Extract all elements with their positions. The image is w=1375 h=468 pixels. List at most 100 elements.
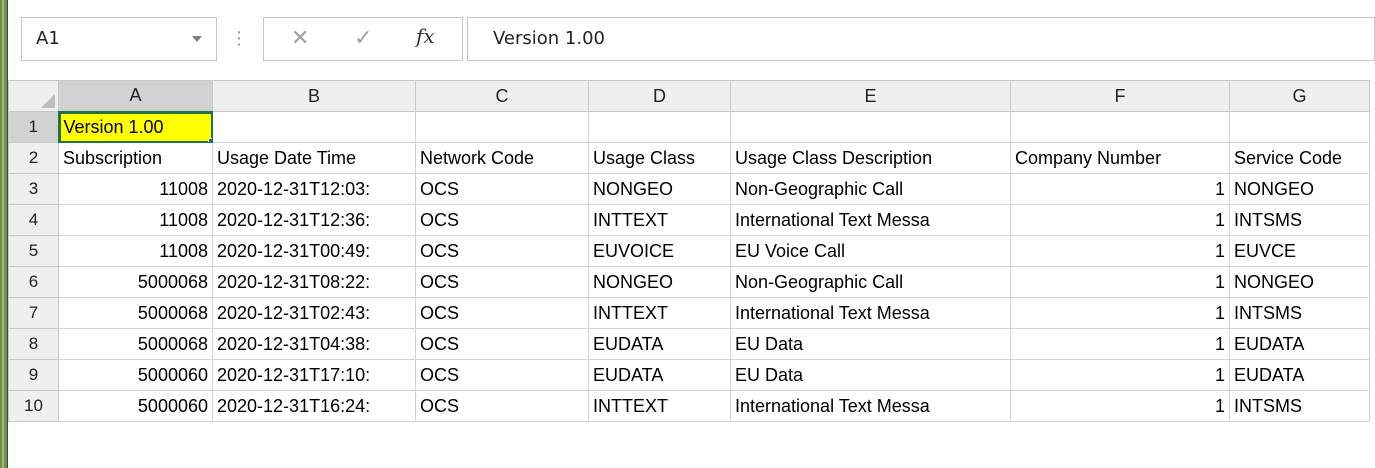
cell[interactable]: EUDATA xyxy=(588,328,731,360)
row-header[interactable]: 7 xyxy=(8,297,59,329)
cell[interactable]: OCS xyxy=(415,359,589,391)
column-header-b[interactable]: B xyxy=(212,80,416,112)
cell[interactable]: Subscription xyxy=(58,142,213,174)
cell[interactable]: NONGEO xyxy=(1229,266,1370,298)
row-header[interactable]: 9 xyxy=(8,359,59,391)
row-header[interactable]: 4 xyxy=(8,204,59,236)
cell[interactable]: INTTEXT xyxy=(588,204,731,236)
formula-buttons: ✕ ✓ fx xyxy=(263,17,463,61)
formula-bar-grip-icon[interactable]: ⋮ xyxy=(230,26,248,52)
cell[interactable]: 1 xyxy=(1010,173,1230,205)
name-box-value: A1 xyxy=(36,28,60,49)
cell[interactable]: 1 xyxy=(1010,328,1230,360)
column-header-g[interactable]: G xyxy=(1229,80,1370,112)
cell[interactable]: EU Data xyxy=(730,328,1011,360)
cell[interactable]: 5000060 xyxy=(58,390,213,422)
cell[interactable] xyxy=(1010,111,1230,143)
cell[interactable]: International Text Messa xyxy=(730,390,1011,422)
cell[interactable]: 1 xyxy=(1010,390,1230,422)
column-header-d[interactable]: D xyxy=(588,80,731,112)
cell[interactable] xyxy=(588,111,731,143)
cell[interactable]: EU Voice Call xyxy=(730,235,1011,267)
cell[interactable]: 1 xyxy=(1010,297,1230,329)
cell[interactable]: 2020-12-31T08:22: xyxy=(212,266,416,298)
insert-function-icon[interactable]: fx xyxy=(416,24,435,48)
name-box[interactable]: A1 xyxy=(21,17,217,61)
cell[interactable]: INTSMS xyxy=(1229,390,1370,422)
cancel-icon[interactable]: ✕ xyxy=(291,26,309,51)
row-header[interactable]: 6 xyxy=(8,266,59,298)
cell[interactable]: OCS xyxy=(415,173,589,205)
cell[interactable]: 1 xyxy=(1010,266,1230,298)
cell[interactable]: Service Code xyxy=(1229,142,1370,174)
cell[interactable]: 1 xyxy=(1010,235,1230,267)
cell[interactable]: Usage Date Time xyxy=(212,142,416,174)
cell[interactable]: International Text Messa xyxy=(730,204,1011,236)
cell-text: Version 1.00 xyxy=(63,116,164,137)
cell[interactable]: 2020-12-31T12:36: xyxy=(212,204,416,236)
table-row: 1 Version 1.00 xyxy=(8,111,1370,143)
cell[interactable]: 11008 xyxy=(58,173,213,205)
cell[interactable]: Usage Class Description xyxy=(730,142,1011,174)
cell[interactable]: 5000068 xyxy=(58,328,213,360)
cell[interactable]: INTSMS xyxy=(1229,204,1370,236)
cell[interactable]: 2020-12-31T00:49: xyxy=(212,235,416,267)
select-all-button[interactable] xyxy=(8,80,59,112)
cell[interactable] xyxy=(415,111,589,143)
cell[interactable]: 1 xyxy=(1010,204,1230,236)
cell[interactable] xyxy=(730,111,1011,143)
row-header[interactable]: 1 xyxy=(8,111,60,143)
cell[interactable]: 2020-12-31T16:24: xyxy=(212,390,416,422)
cell[interactable]: 11008 xyxy=(58,235,213,267)
cell[interactable]: INTSMS xyxy=(1229,297,1370,329)
cell[interactable]: 2020-12-31T04:38: xyxy=(212,328,416,360)
cell[interactable]: OCS xyxy=(415,328,589,360)
cell[interactable]: INTTEXT xyxy=(588,390,731,422)
column-header-c[interactable]: C xyxy=(415,80,589,112)
cell[interactable]: International Text Messa xyxy=(730,297,1011,329)
column-header-a[interactable]: A xyxy=(58,80,213,113)
cell[interactable]: 2020-12-31T12:03: xyxy=(212,173,416,205)
cell[interactable]: Non-Geographic Call xyxy=(730,173,1011,205)
cell[interactable]: OCS xyxy=(415,204,589,236)
cell[interactable] xyxy=(212,111,416,143)
cell[interactable]: OCS xyxy=(415,235,589,267)
cell[interactable] xyxy=(1229,111,1370,143)
cell[interactable]: EU Data xyxy=(730,359,1011,391)
cell[interactable]: EUDATA xyxy=(588,359,731,391)
cell[interactable]: OCS xyxy=(415,297,589,329)
cell[interactable]: EUVCE xyxy=(1229,235,1370,267)
cell[interactable]: 5000068 xyxy=(58,297,213,329)
row-header[interactable]: 2 xyxy=(8,142,59,174)
cell[interactable]: INTTEXT xyxy=(588,297,731,329)
cell[interactable]: 2020-12-31T17:10: xyxy=(212,359,416,391)
cell[interactable]: 5000060 xyxy=(58,359,213,391)
cell[interactable]: NONGEO xyxy=(588,266,731,298)
column-header-e[interactable]: E xyxy=(730,80,1011,112)
cell[interactable]: EUDATA xyxy=(1229,359,1370,391)
row-header[interactable]: 3 xyxy=(8,173,59,205)
cell[interactable]: 5000068 xyxy=(58,266,213,298)
cell[interactable]: 11008 xyxy=(58,204,213,236)
cell[interactable]: EUDATA xyxy=(1229,328,1370,360)
cell[interactable]: 1 xyxy=(1010,359,1230,391)
cell[interactable]: Non-Geographic Call xyxy=(730,266,1011,298)
cell[interactable]: Usage Class xyxy=(588,142,731,174)
enter-icon[interactable]: ✓ xyxy=(354,26,372,51)
cell[interactable]: NONGEO xyxy=(588,173,731,205)
cell[interactable]: Company Number xyxy=(1010,142,1230,174)
cell[interactable]: 2020-12-31T02:43: xyxy=(212,297,416,329)
cell[interactable]: EUVOICE xyxy=(588,235,731,267)
cell[interactable]: OCS xyxy=(415,266,589,298)
fill-handle[interactable] xyxy=(208,138,212,142)
cell[interactable]: Network Code xyxy=(415,142,589,174)
chevron-down-icon[interactable] xyxy=(192,36,202,42)
formula-input[interactable]: Version 1.00 xyxy=(467,17,1375,61)
row-header[interactable]: 8 xyxy=(8,328,59,360)
cell-a1[interactable]: Version 1.00 xyxy=(58,111,213,143)
cell[interactable]: OCS xyxy=(415,390,589,422)
row-header[interactable]: 10 xyxy=(8,390,59,422)
column-header-f[interactable]: F xyxy=(1010,80,1230,112)
row-header[interactable]: 5 xyxy=(8,235,59,267)
cell[interactable]: NONGEO xyxy=(1229,173,1370,205)
